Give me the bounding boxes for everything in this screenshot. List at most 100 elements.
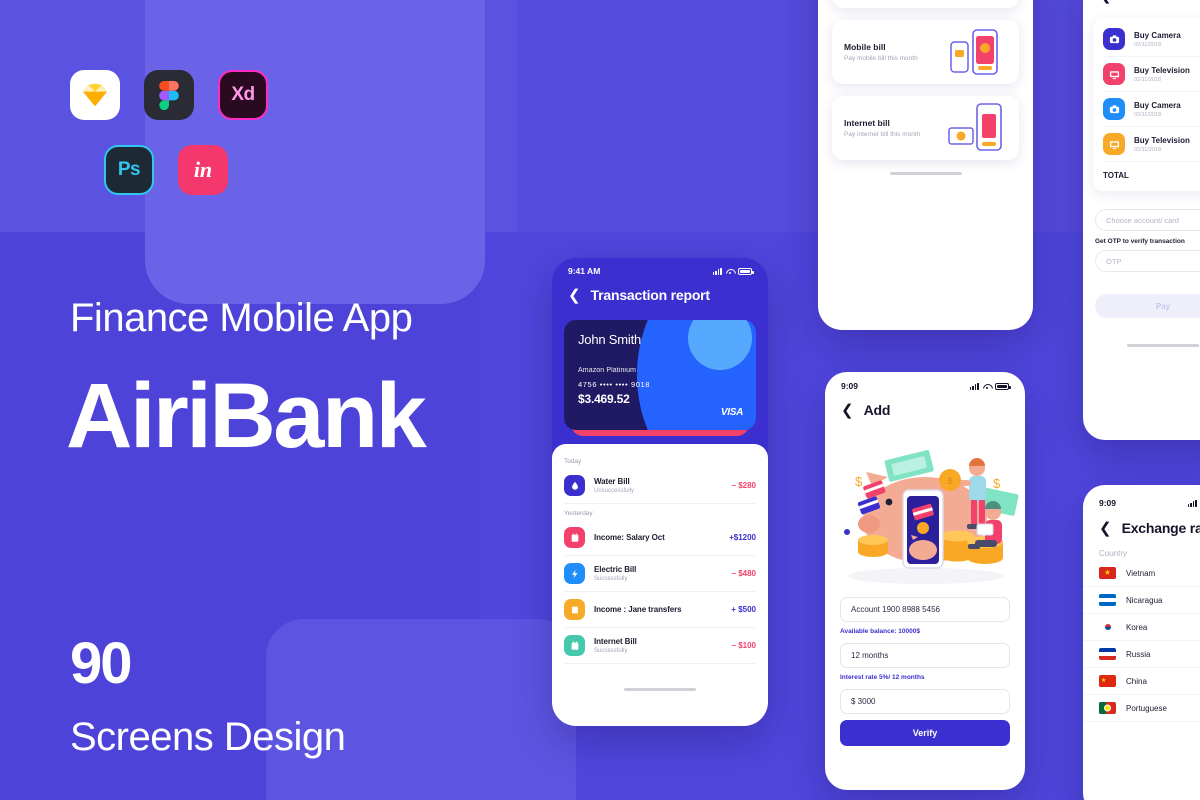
home-indicator bbox=[1127, 344, 1199, 347]
transaction-title: Internet Bill bbox=[594, 637, 637, 647]
purchase-title: Buy Camera bbox=[1134, 30, 1181, 40]
back-chevron-icon[interactable]: ❮ bbox=[1099, 0, 1112, 3]
card-number: 4756 •••• •••• 9018 bbox=[578, 380, 651, 389]
verify-button[interactable]: Verify bbox=[840, 720, 1010, 746]
wifi-icon bbox=[726, 268, 734, 275]
bill-title: Internet bill bbox=[844, 118, 890, 128]
country-row[interactable]: ★ China bbox=[1083, 668, 1200, 695]
country-row[interactable]: Russia bbox=[1083, 641, 1200, 668]
calendar-icon bbox=[564, 635, 585, 656]
purchase-date: 02/11/2018 bbox=[1134, 111, 1162, 118]
water-bill-art: $ bbox=[945, 0, 1007, 2]
purchase-row[interactable]: Buy Camera 02/11/2018 bbox=[1103, 92, 1200, 127]
card-balance: $3.469.52 bbox=[578, 392, 630, 406]
transaction-amount: – $480 bbox=[731, 569, 756, 578]
otp-field[interactable]: OTP bbox=[1095, 250, 1200, 272]
hero-title: AiriBank bbox=[66, 365, 427, 467]
bills-screen: Water bill Pay water bill this month $ M… bbox=[818, 0, 1033, 330]
transaction-row[interactable]: Income : Jane transfers + $500 bbox=[564, 592, 756, 628]
transaction-row[interactable]: Water Bill Unsuccessfully – $280 bbox=[564, 468, 756, 504]
available-balance-note: Available balance: 10000$ bbox=[840, 628, 920, 635]
group-label-yesterday: Yesterday bbox=[564, 510, 593, 517]
transaction-status: Successfully bbox=[594, 647, 628, 654]
purchase-row[interactable]: Buy Camera 02/11/2018 bbox=[1103, 22, 1200, 57]
bolt-icon bbox=[564, 563, 585, 584]
transaction-status: Unsuccessfully bbox=[594, 487, 635, 494]
country-name: China bbox=[1126, 676, 1147, 686]
purchase-row[interactable]: Buy Television 02/11/2018 bbox=[1103, 127, 1200, 162]
adobe-xd-icon: Xd bbox=[218, 70, 268, 120]
purchase-row[interactable]: Buy Television 02/11/2018 bbox=[1103, 57, 1200, 92]
screen-count: 90 bbox=[70, 631, 132, 696]
camera-icon bbox=[1103, 28, 1125, 50]
card-brand-line: Amazon Platinium bbox=[578, 367, 637, 374]
transaction-title: Income: Salary Oct bbox=[594, 533, 665, 542]
term-value: 12 months bbox=[851, 651, 889, 660]
purchase-date: 02/11/2018 bbox=[1134, 41, 1162, 48]
camera-icon bbox=[1103, 98, 1125, 120]
back-chevron-icon[interactable]: ❮ bbox=[1099, 521, 1112, 536]
country-row[interactable]: ★ Vietnam bbox=[1083, 560, 1200, 587]
country-row[interactable]: Portuguese bbox=[1083, 695, 1200, 722]
account-value: Account 1900 8988 5456 bbox=[851, 605, 940, 614]
flag-nicaragua bbox=[1099, 594, 1116, 606]
invision-label: in bbox=[193, 157, 213, 182]
status-icons bbox=[712, 267, 754, 275]
hero-panel: Xd Ps in Finance Mobile App AiriBank 90 … bbox=[0, 0, 540, 800]
mobile-bill-art bbox=[945, 26, 1007, 78]
status-icons bbox=[1187, 499, 1200, 507]
status-time: 9:09 bbox=[841, 381, 859, 391]
add-savings-screen: 9:09 ❮ Add $ $ $ Account 1900 8988 5456 … bbox=[825, 372, 1025, 790]
status-time: 9:41 AM bbox=[568, 266, 601, 276]
nav-bar: ❮ Credit card bbox=[1083, 0, 1200, 10]
choose-account-field[interactable]: Choose account/ card bbox=[1095, 209, 1200, 231]
status-bar: 9:09 bbox=[1083, 493, 1200, 513]
tool-icon-row-bottom: Ps in bbox=[104, 145, 228, 195]
bill-card-internet[interactable]: Internet bill Pay internet bill this mon… bbox=[832, 96, 1019, 160]
hero-subtitle: Finance Mobile App bbox=[70, 296, 413, 340]
visa-logo: VISA bbox=[720, 407, 743, 418]
document-icon bbox=[564, 599, 585, 620]
status-icons bbox=[969, 382, 1011, 390]
calendar-icon bbox=[564, 527, 585, 548]
transaction-row[interactable]: Income: Salary Oct +$1200 bbox=[564, 520, 756, 556]
signal-icon bbox=[1187, 499, 1197, 507]
transaction-row[interactable]: Electric Bill Successfully – $480 bbox=[564, 556, 756, 592]
transaction-title: Electric Bill bbox=[594, 565, 637, 575]
water-drop-icon bbox=[564, 475, 585, 496]
page-title: Exchange rate bbox=[1121, 520, 1200, 536]
screens-label: Screens Design bbox=[70, 715, 346, 759]
flag-vietnam: ★ bbox=[1099, 567, 1116, 579]
tv-icon bbox=[1103, 63, 1125, 85]
bill-card-water[interactable]: Water bill Pay water bill this month $ bbox=[832, 0, 1019, 8]
purchase-date: 02/11/2018 bbox=[1134, 76, 1162, 83]
term-field[interactable]: 12 months bbox=[840, 643, 1010, 668]
country-column-header: Country bbox=[1099, 549, 1128, 558]
interest-rate-note: Interest rate 5%/ 12 months bbox=[840, 674, 925, 681]
transaction-amount: + $500 bbox=[731, 605, 756, 614]
page-title: Add bbox=[863, 402, 891, 418]
country-row[interactable]: Korea bbox=[1083, 614, 1200, 641]
back-chevron-icon[interactable]: ❮ bbox=[568, 288, 581, 303]
credit-card-widget[interactable]: John Smith Amazon Platinium 4756 •••• ••… bbox=[564, 320, 756, 436]
total-label: TOTAL bbox=[1103, 171, 1129, 180]
account-field[interactable]: Account 1900 8988 5456 bbox=[840, 597, 1010, 622]
battery-icon bbox=[738, 267, 754, 275]
country-name: Korea bbox=[1126, 622, 1148, 632]
pay-button[interactable]: Pay bbox=[1095, 294, 1200, 318]
otp-label: Get OTP to verify transaction bbox=[1095, 238, 1185, 245]
bill-card-mobile[interactable]: Mobile bill Pay mobile bill this month bbox=[832, 20, 1019, 84]
bill-subtitle: Pay mobile bill this month bbox=[844, 55, 918, 62]
country-row[interactable]: Nicaragua bbox=[1083, 587, 1200, 614]
country-name: Portuguese bbox=[1126, 703, 1167, 713]
svg-text:$: $ bbox=[993, 476, 1001, 491]
svg-text:$: $ bbox=[855, 474, 863, 489]
purchase-title: Buy Camera bbox=[1134, 100, 1181, 110]
nav-bar: ❮ Exchange rate bbox=[1083, 513, 1200, 543]
purchase-title: Buy Television bbox=[1134, 135, 1190, 145]
back-chevron-icon[interactable]: ❮ bbox=[841, 403, 854, 418]
amount-field[interactable]: $ 3000 bbox=[840, 689, 1010, 714]
transaction-row[interactable]: Internet Bill Successfully – $100 bbox=[564, 628, 756, 664]
card-holder-name: John Smith bbox=[578, 332, 642, 347]
photoshop-label: Ps bbox=[117, 159, 141, 180]
